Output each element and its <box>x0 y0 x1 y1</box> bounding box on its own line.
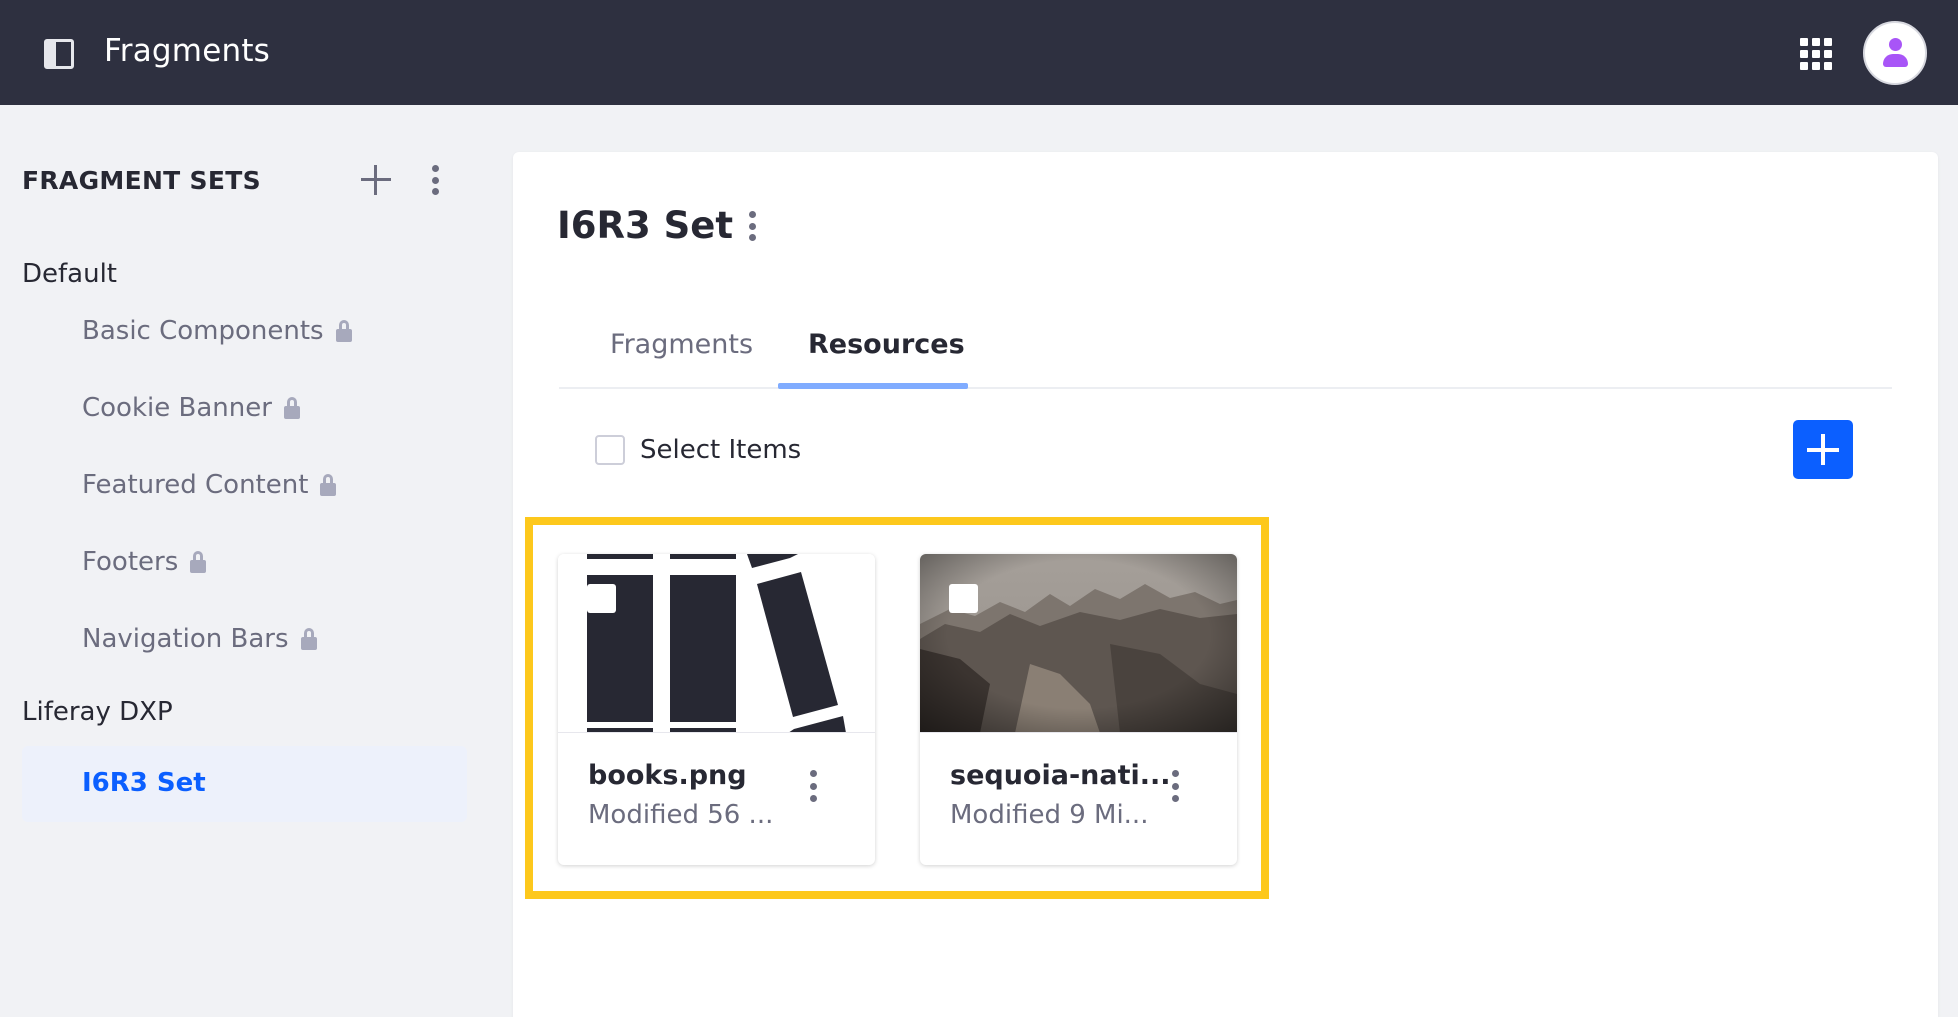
tabs-divider <box>559 387 1892 389</box>
sidebar-item-label: Featured Content <box>82 470 309 500</box>
lock-icon <box>300 628 317 650</box>
fragment-sets-title: FRAGMENT SETS <box>22 166 261 195</box>
card-options-icon[interactable] <box>810 770 818 802</box>
set-options-icon[interactable] <box>749 211 757 241</box>
lock-icon <box>283 397 300 419</box>
group-label-default: Default <box>22 259 117 289</box>
books-image <box>558 554 875 732</box>
books-card-checkbox[interactable] <box>587 584 616 613</box>
resource-card-sequoia[interactable]: sequoia-nati... Modified 9 Mi... <box>920 554 1237 865</box>
sidebar-item-label: Footers <box>82 547 179 577</box>
sequoia-thumbnail <box>920 554 1237 733</box>
tab-fragments[interactable]: Fragments <box>610 329 753 360</box>
file-modified: Modified 56 ... <box>588 800 774 830</box>
add-resource-button[interactable] <box>1793 420 1853 479</box>
user-avatar[interactable] <box>1863 21 1927 85</box>
group-label-liferay-dxp: Liferay DXP <box>22 697 173 727</box>
top-bar: Fragments <box>0 0 1958 105</box>
sidebar-item-i6r3-set[interactable]: I6R3 Set <box>22 746 467 822</box>
sidebar-item-label: Navigation Bars <box>82 624 289 654</box>
resource-card-books[interactable]: books.png Modified 56 ... <box>558 554 875 865</box>
file-name[interactable]: books.png <box>588 760 747 791</box>
sidebar-item-navigation-bars[interactable]: Navigation Bars <box>82 624 317 654</box>
sequoia-card-checkbox[interactable] <box>949 584 978 613</box>
lock-icon <box>335 320 352 342</box>
add-fragment-set-button[interactable] <box>361 165 391 195</box>
sidebar-item-cookie-banner[interactable]: Cookie Banner <box>82 393 300 423</box>
file-modified: Modified 9 Mi... <box>950 800 1149 830</box>
sidebar-item-label: Cookie Banner <box>82 393 272 423</box>
apps-grid-icon[interactable] <box>1800 38 1832 70</box>
sidebar-item-featured-content[interactable]: Featured Content <box>82 470 337 500</box>
mountain-image <box>920 554 1237 732</box>
sidebar-item-basic-components[interactable]: Basic Components <box>82 316 352 346</box>
product-menu-toggle-icon[interactable] <box>44 39 74 69</box>
app-title: Fragments <box>104 33 271 69</box>
active-tab-indicator <box>778 383 968 389</box>
sidebar-item-footers[interactable]: Footers <box>82 547 207 577</box>
select-items-checkbox[interactable] <box>595 435 625 465</box>
file-name[interactable]: sequoia-nati... <box>950 760 1171 791</box>
card-options-icon[interactable] <box>1172 770 1180 802</box>
lock-icon <box>190 551 207 573</box>
fragment-sets-options-icon[interactable] <box>432 165 440 195</box>
sidebar-item-label: I6R3 Set <box>82 768 206 798</box>
books-thumbnail <box>558 554 875 733</box>
select-items-label: Select Items <box>640 435 802 465</box>
tab-resources[interactable]: Resources <box>808 329 965 360</box>
sidebar-item-label: Basic Components <box>82 316 324 346</box>
lock-icon <box>320 474 337 496</box>
page-title: I6R3 Set <box>557 204 734 247</box>
user-icon <box>1889 38 1902 51</box>
